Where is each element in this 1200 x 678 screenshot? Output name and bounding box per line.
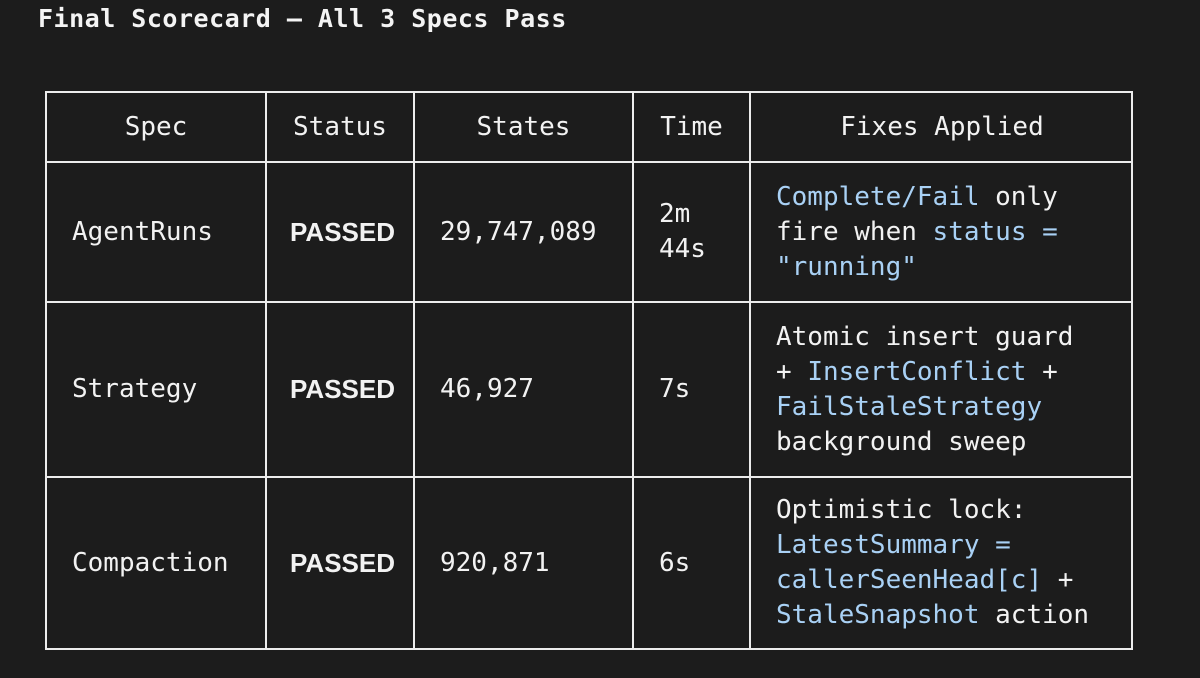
fix-line: Atomic insert guard [776, 320, 1073, 355]
header-fixes: Fixes Applied [749, 93, 1133, 161]
fix-line: Complete/Fail only [776, 180, 1058, 215]
status-badge: PASSED [265, 163, 413, 301]
time-line: 2m [659, 199, 691, 229]
time-lines: 2m 44s [659, 197, 706, 267]
time-value: 2m 44s [632, 163, 749, 301]
header-spec: Spec [124, 111, 188, 142]
spec-name: Strategy [72, 374, 198, 404]
fix-line: StaleSnapshot action [776, 598, 1089, 633]
time-value: 6s [632, 478, 749, 648]
fixes-lines: Atomic insert guard + InsertConflict + Fai… [776, 320, 1073, 460]
header-states: States [413, 93, 632, 161]
fix-line: + InsertConflict + [776, 355, 1073, 390]
fixes-lines: Optimistic lock: LatestSummary = callerSee… [776, 493, 1089, 633]
fix-line: fire when status = [776, 215, 1058, 250]
fix-text: fire when [776, 216, 933, 247]
fixes-applied: Optimistic lock: LatestSummary = callerSee… [749, 478, 1133, 648]
fix-text: only [979, 181, 1058, 212]
fixes-applied: Complete/Fail only fire when status = "run… [749, 163, 1133, 301]
code-token: "running" [776, 251, 917, 282]
code-token: Complete/Fail [776, 181, 980, 212]
fix-text: Atomic insert guard [776, 321, 1074, 352]
states-count: 46,927 [413, 303, 632, 476]
states-count: 920,871 [413, 478, 632, 648]
table-row: Strategy PASSED 46,927 7s Atomic insert … [47, 301, 1131, 476]
spec-name: AgentRuns [72, 216, 213, 247]
fix-line: background sweep [776, 425, 1073, 460]
header-status: Status [265, 93, 413, 161]
fix-text: + [776, 356, 808, 387]
fix-line: callerSeenHead[c] + [776, 563, 1089, 598]
code-token: FailStaleStrategy [776, 391, 1043, 422]
fix-line: LatestSummary = [776, 528, 1089, 563]
code-token: StaleSnapshot [776, 600, 980, 630]
status-badge: PASSED [265, 303, 413, 476]
fix-text: + [1026, 356, 1058, 387]
status-badge: PASSED [265, 478, 413, 648]
page-title: Final Scorecard — All 3 Specs Pass [38, 4, 567, 33]
time-value: 7s [632, 303, 749, 476]
table-row: AgentRuns PASSED 29,747,089 2m 44s Compl… [47, 161, 1131, 301]
header-time: Time [632, 93, 749, 161]
fix-text: + [1042, 565, 1074, 595]
scorecard-table: Spec Status States Time Fixes Applied Ag… [45, 91, 1133, 650]
fix-line: Optimistic lock: [776, 493, 1089, 528]
code-token: LatestSummary = [776, 530, 1011, 560]
fix-text: background sweep [776, 426, 1027, 457]
fix-text: Optimistic lock: [776, 495, 1027, 525]
fix-line: "running" [776, 250, 1058, 285]
table-row: Compaction PASSED 920,871 6s Optimistic … [47, 476, 1131, 648]
states-count: 29,747,089 [413, 163, 632, 301]
code-token: InsertConflict [807, 356, 1027, 387]
code-token: callerSeenHead[c] [776, 565, 1043, 595]
fixes-applied: Atomic insert guard + InsertConflict + Fai… [749, 303, 1133, 476]
table-header-row: Spec Status States Time Fixes Applied [47, 93, 1131, 161]
fix-text: action [979, 600, 1090, 630]
fixes-lines: Complete/Fail only fire when status = "run… [776, 180, 1058, 285]
spec-name: Compaction [72, 547, 229, 578]
time-line: 44s [659, 234, 706, 264]
fix-line: FailStaleStrategy [776, 390, 1073, 425]
code-token: status = [932, 216, 1058, 247]
